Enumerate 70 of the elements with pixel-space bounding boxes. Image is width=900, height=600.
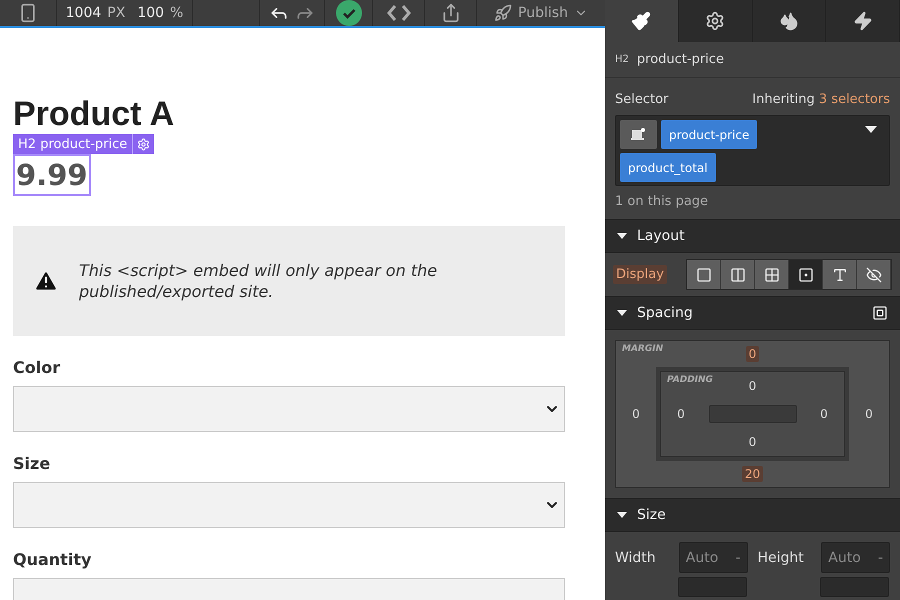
settings-icon	[705, 11, 726, 31]
tag-label: H2	[615, 54, 629, 65]
width-unit: PX	[107, 5, 126, 21]
size-label: Width	[615, 550, 657, 566]
margin-value[interactable]: 20	[742, 466, 764, 482]
select-field[interactable]	[13, 482, 565, 528]
field-label: Size	[13, 454, 52, 473]
section-title[interactable]: Size	[637, 507, 666, 523]
display-option[interactable]	[721, 260, 755, 289]
dropdown-caret-icon[interactable]	[865, 126, 877, 133]
margin-value[interactable]: 0	[746, 346, 760, 362]
text-icon	[832, 266, 848, 282]
padding-value[interactable]: 0	[817, 406, 831, 422]
zoom-value: 100	[137, 5, 164, 21]
margin-value[interactable]: 0	[629, 406, 643, 422]
collapse-icon[interactable]	[617, 233, 627, 239]
product-heading: Product A	[13, 94, 176, 134]
element-name: product-price	[636, 52, 724, 67]
publish-button[interactable]: Publish	[518, 5, 568, 21]
columns-icon	[730, 266, 746, 282]
select-field[interactable]	[13, 386, 565, 432]
size-label: Height	[758, 550, 805, 566]
section-title[interactable]: Layout	[637, 228, 685, 244]
lightning-icon	[852, 11, 873, 31]
settings-icon[interactable]	[137, 138, 150, 150]
selector-label: Selector	[615, 92, 668, 107]
class-tag[interactable]: product_total	[620, 153, 716, 182]
display-option[interactable]	[857, 260, 891, 289]
class-tag[interactable]: product-price	[661, 120, 758, 149]
padding-value[interactable]: 0	[746, 434, 760, 450]
margin-label: MARGIN	[622, 344, 664, 354]
selector-field[interactable]: product-price product_total	[615, 115, 890, 186]
padding-value[interactable]: 0	[674, 406, 688, 422]
padding-value[interactable]: 0	[746, 378, 760, 394]
rocket-icon	[494, 4, 512, 22]
collapse-icon[interactable]	[617, 512, 627, 518]
margin-value[interactable]: 0	[862, 406, 876, 422]
display-label: Display	[613, 265, 667, 284]
block-icon	[696, 266, 712, 282]
panel-tab[interactable]	[678, 0, 752, 42]
brush-icon	[631, 11, 652, 31]
field-label: Quantity	[13, 550, 92, 569]
size-field[interactable]	[820, 577, 889, 597]
size-field[interactable]: Auto -	[821, 542, 890, 573]
inline-block-icon	[798, 266, 814, 282]
display-option[interactable]	[687, 260, 721, 289]
inheriting-text: Inheriting 3 selectors	[752, 92, 890, 107]
panel-tab[interactable]	[752, 0, 826, 42]
width-value: 1004	[66, 5, 102, 21]
embed-notice: This <script> embed will only appear on the published/exported site.	[79, 260, 438, 302]
check-icon[interactable]	[336, 0, 362, 26]
zoom-unit: %	[170, 5, 184, 21]
product-price[interactable]: 9.99	[13, 154, 91, 196]
size-field[interactable]: Auto -	[678, 542, 748, 573]
usage-count: 1 on this page	[614, 193, 710, 211]
element-badge[interactable]: H2 product-price	[13, 134, 154, 154]
size-field[interactable]	[678, 577, 747, 597]
display-option[interactable]	[789, 260, 823, 289]
element-icon	[631, 128, 646, 141]
display-option[interactable]	[823, 260, 857, 289]
field-label: Color	[13, 358, 62, 377]
hidden-icon	[866, 266, 882, 282]
padding-label: PADDING	[667, 375, 713, 385]
export-icon[interactable]	[440, 3, 460, 23]
spacing-icon[interactable]	[872, 305, 888, 321]
display-option[interactable]	[755, 260, 789, 289]
code-icon[interactable]	[386, 4, 410, 22]
grid-icon	[764, 266, 780, 282]
collapse-icon[interactable]	[617, 310, 627, 316]
panel-tab[interactable]	[826, 0, 900, 42]
